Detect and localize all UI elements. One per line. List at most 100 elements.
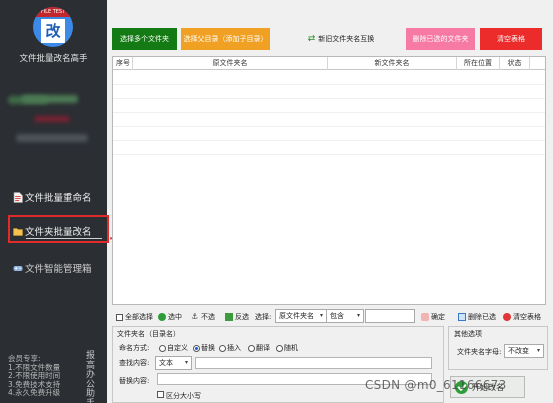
mode-option-random[interactable]: 随机 — [276, 343, 298, 353]
table-gridline — [113, 98, 545, 99]
select-parent-directory-button[interactable]: 选择父目录（添加子目录） — [181, 28, 270, 50]
mode-option-label: 自定义 — [167, 344, 188, 352]
sidebar-item-label: 文件夹批量改名 — [25, 227, 92, 238]
table-header: 序号 原文件夹名 新文件夹名 所在位置 状态 — [113, 57, 545, 70]
checkbox-box[interactable] — [116, 313, 123, 321]
mode-option-replace[interactable]: 替换 — [193, 343, 215, 353]
mode-option-label: 随机 — [284, 344, 298, 352]
select-button[interactable]: 选中 — [158, 312, 182, 322]
gamepad-icon — [13, 265, 23, 271]
chevron-down-icon: ▾ — [319, 312, 323, 319]
case-sensitive-checkbox[interactable]: 区分大小写 — [157, 391, 201, 401]
close-icon — [503, 313, 511, 321]
clear-table-button[interactable]: 清空表格 — [480, 28, 542, 50]
select-all-checkbox[interactable]: 全部选择 — [116, 312, 153, 322]
mode-option-custom[interactable]: 自定义 — [159, 343, 188, 353]
mode-option-insert[interactable]: 插入 — [219, 343, 241, 353]
invert-label: 反选 — [235, 313, 249, 321]
deselect-button[interactable]: ⚓ 不选 — [191, 312, 215, 322]
table-gridline — [113, 112, 545, 113]
letter-case-value: 不改变 — [508, 347, 529, 355]
field-select[interactable]: 原文件夹名 ▾ — [275, 309, 327, 323]
blurred-user-info — [22, 95, 78, 103]
logo-band-text: FILE TEST — [33, 7, 73, 17]
mode-label: 命名方式: — [119, 344, 150, 352]
table-gridline — [113, 84, 545, 85]
sidebar: FILE TEST 改 文件批量改名高手 文件批量重命名 文件夹批量改名 文件智… — [0, 0, 109, 403]
sidebar-item-file-rename[interactable]: 文件批量重命名 — [13, 189, 103, 205]
sidebar-item-folder-rename[interactable]: 文件夹批量改名 — [13, 223, 103, 239]
deselect-label: 不选 — [201, 313, 215, 321]
radio-button[interactable] — [276, 344, 283, 352]
match-select[interactable]: 包含 ▾ — [326, 309, 364, 323]
delete-selected-folders-button[interactable]: 删除已选的文件夹 — [406, 28, 475, 50]
clear-table-small-button[interactable]: 清空表格 — [503, 312, 541, 322]
confirm-label: 确定 — [431, 313, 445, 321]
mode-option-label: 插入 — [227, 344, 241, 352]
confirm-button[interactable]: 确定 — [421, 312, 445, 322]
anchor-icon: ⚓ — [191, 312, 199, 321]
table-gridline — [113, 126, 545, 127]
panel-title: 文件夹名（目录名） — [117, 330, 180, 338]
mode-option-label: 替换 — [201, 344, 215, 352]
window-icon — [458, 313, 466, 321]
app-logo: FILE TEST 改 — [33, 7, 73, 47]
swap-names-label: 新旧文件夹名互换 — [318, 35, 375, 43]
letter-case-label: 文件夹名字母: — [457, 348, 502, 356]
chevron-down-icon: ▾ — [184, 359, 188, 366]
selection-toolbar: 全部选择 选中 ⚓ 不选 反选 选择: 原文件夹名 ▾ 包含 ▾ 确定 删除已选… — [112, 309, 550, 325]
find-type-value: 文本 — [159, 359, 173, 367]
select-label: 选中 — [168, 313, 182, 321]
case-sensitive-label: 区分大小写 — [166, 392, 201, 400]
invert-icon — [225, 313, 233, 321]
member-benefits: 会员专享: 1.不限文件数量 2.不限使用时间 3.免费技术支持 4.永久免费升… — [8, 354, 78, 398]
clear-table-label: 清空表格 — [513, 313, 541, 321]
sidebar-item-file-manager[interactable]: 文件智能管理箱 — [13, 260, 103, 276]
column-header-index[interactable]: 序号 — [113, 57, 133, 70]
swap-icon: ⇄ — [307, 34, 316, 44]
folder-table[interactable]: 序号 原文件夹名 新文件夹名 所在位置 状态 — [112, 56, 546, 305]
column-header-new-name[interactable]: 新文件夹名 — [328, 57, 457, 70]
radio-button-selected[interactable] — [193, 344, 200, 352]
logo-glyph: 改 — [41, 19, 65, 43]
other-options-panel: 其他选项 文件夹名字母: 不改变 ▾ — [448, 326, 548, 370]
table-gridline — [113, 154, 545, 155]
watermark-text: CSDN @m0_61166673 — [365, 378, 507, 392]
column-header-status[interactable]: 状态 — [500, 57, 530, 70]
checkbox-box[interactable] — [157, 391, 164, 398]
vertical-brand-text: 报高办公助手 — [86, 351, 96, 403]
chevron-down-icon: ▾ — [536, 347, 540, 354]
radio-button[interactable] — [248, 344, 255, 352]
check-icon — [158, 313, 166, 321]
column-header-location[interactable]: 所在位置 — [457, 57, 500, 70]
blurred-user-info — [34, 116, 70, 122]
radio-button[interactable] — [159, 344, 166, 352]
app-window: FILE TEST 改 文件批量改名高手 文件批量重命名 文件夹批量改名 文件智… — [0, 0, 553, 403]
mode-option-translate[interactable]: 翻译 — [248, 343, 270, 353]
mode-option-label: 翻译 — [256, 344, 270, 352]
swap-names-button[interactable]: ⇄ 新旧文件夹名互换 — [301, 28, 381, 50]
invert-button[interactable]: 反选 — [225, 312, 249, 322]
radio-button[interactable] — [219, 344, 226, 352]
file-icon — [13, 191, 23, 203]
sidebar-item-label: 文件智能管理箱 — [25, 264, 92, 275]
select-all-label: 全部选择 — [125, 313, 153, 321]
delete-selected-label: 删除已选 — [468, 313, 496, 321]
letter-case-select[interactable]: 不改变 ▾ — [504, 344, 544, 358]
blurred-user-info — [16, 134, 88, 142]
choose-label: 选择: — [255, 313, 272, 321]
app-title: 文件批量改名高手 — [19, 54, 88, 64]
match-input[interactable] — [365, 309, 415, 323]
member-line: 4.永久免费升级 — [8, 388, 61, 397]
other-options-title: 其他选项 — [454, 330, 482, 338]
match-select-value: 包含 — [330, 312, 344, 320]
eraser-icon — [421, 313, 429, 321]
find-input[interactable] — [195, 357, 432, 369]
replace-label: 替换内容: — [119, 377, 150, 385]
find-type-select[interactable]: 文本 ▾ — [155, 356, 192, 370]
delete-selected-button[interactable]: 删除已选 — [458, 312, 496, 322]
table-gridline — [113, 140, 545, 141]
active-underline — [26, 238, 102, 239]
select-multiple-folders-button[interactable]: 选择多个文件夹 — [112, 28, 177, 50]
column-header-original-name[interactable]: 原文件夹名 — [133, 57, 328, 70]
